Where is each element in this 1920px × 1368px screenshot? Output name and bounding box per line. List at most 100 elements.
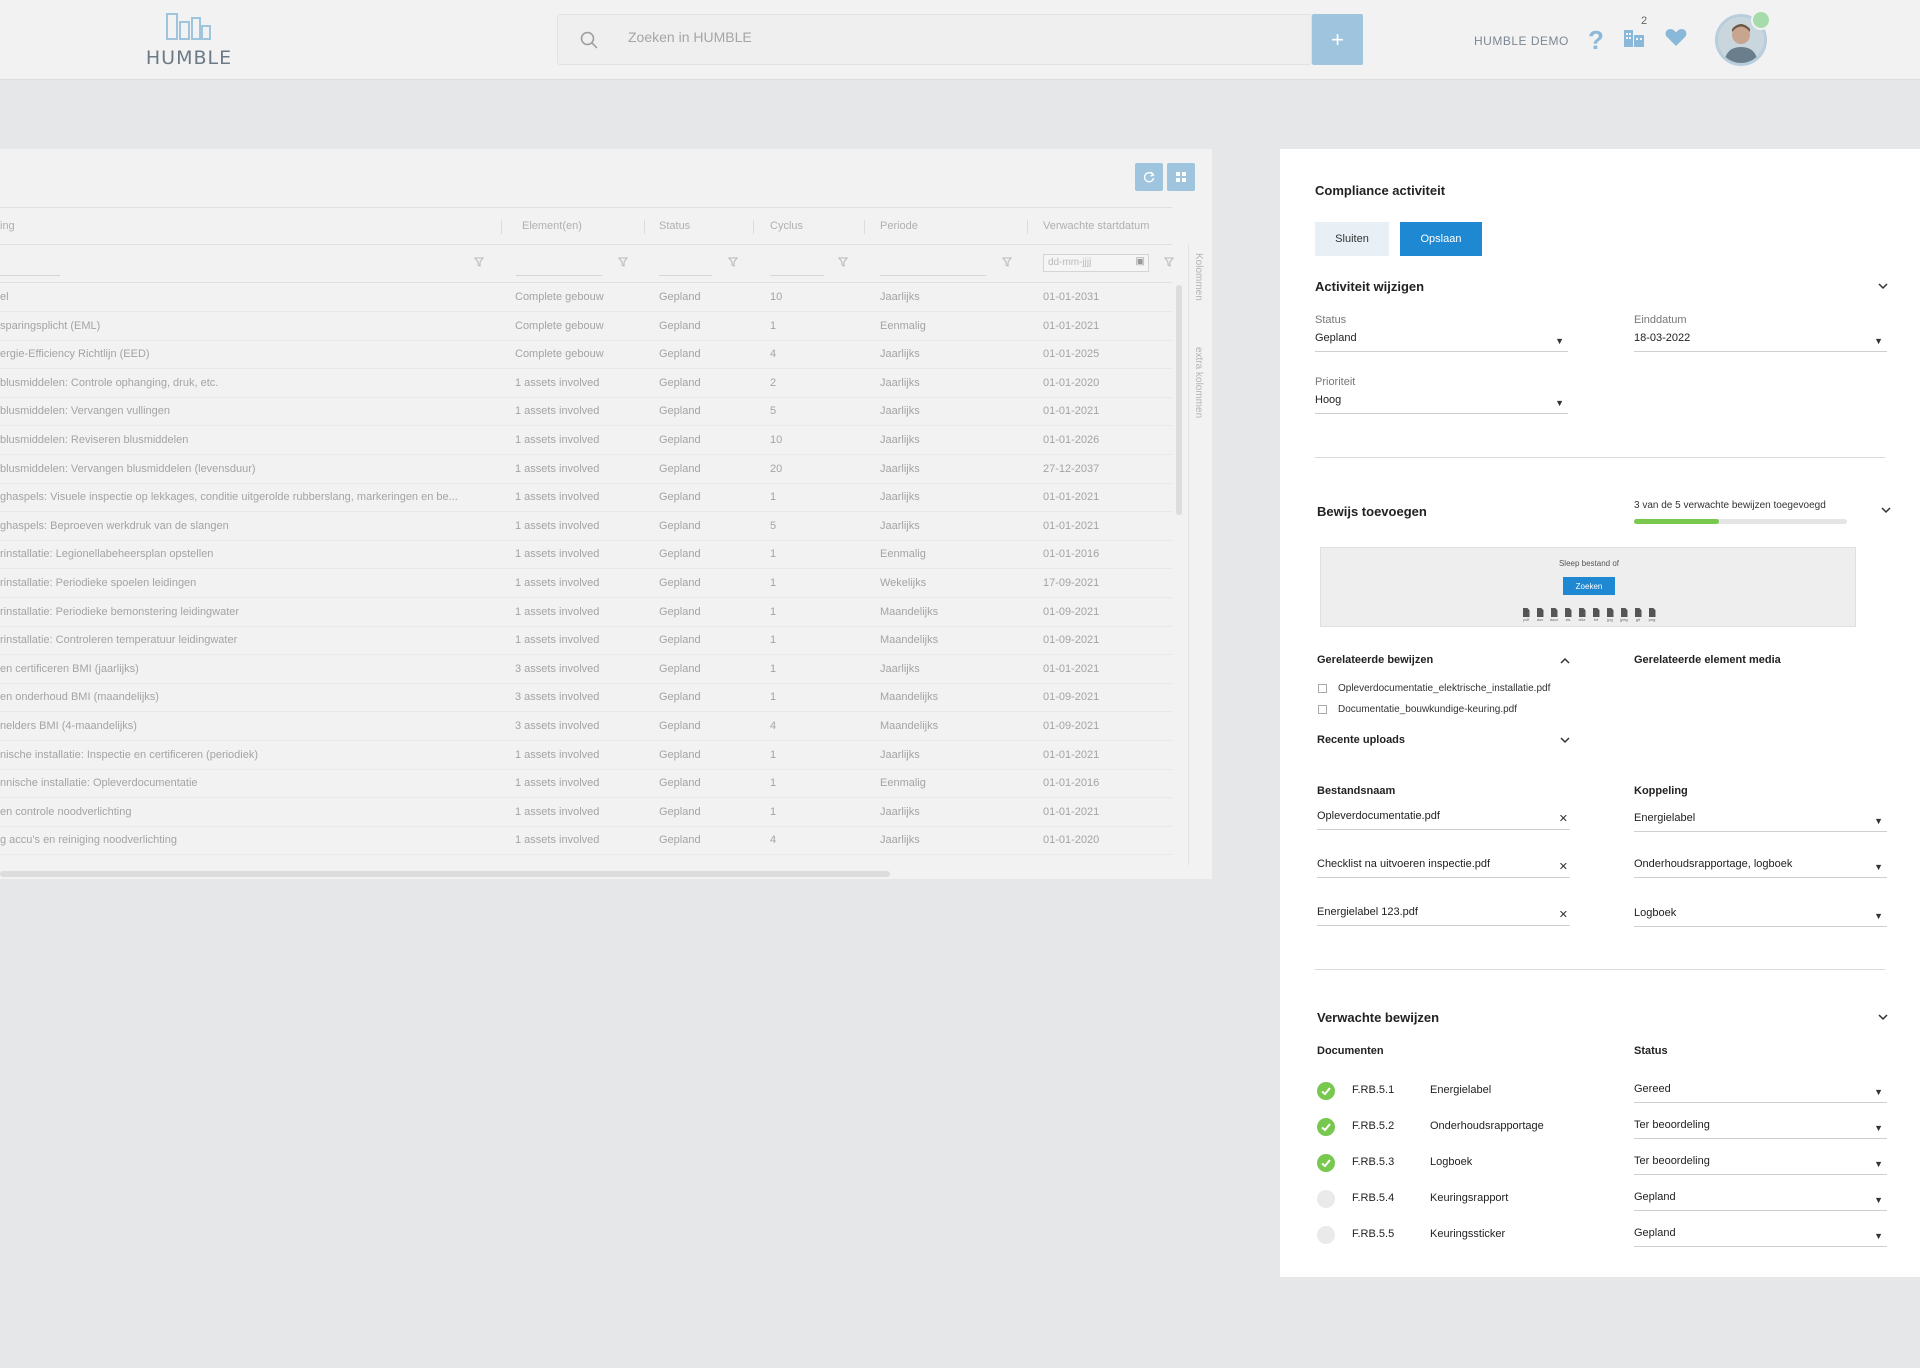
column-separator[interactable] xyxy=(501,220,502,234)
status-filter-input[interactable] xyxy=(659,275,712,276)
file-dropzone[interactable]: Sleep bestand of Zoeken pdf doc docx xls xls… xyxy=(1320,547,1856,627)
filter-icon[interactable] xyxy=(618,257,628,267)
table-row[interactable]: ergie-Efficiency Richtlijn (EED) Complete… xyxy=(0,340,1172,370)
calendar-icon[interactable]: ▣ xyxy=(1136,256,1145,267)
column-header-start-date[interactable]: Verwachte startdatum xyxy=(1043,220,1149,232)
vertical-scrollbar[interactable] xyxy=(1176,285,1182,515)
document-status-select[interactable]: Ter beoordeling ▼ xyxy=(1634,1155,1887,1175)
humble-logo[interactable]: HUMBLE xyxy=(144,12,234,70)
remove-icon[interactable]: ✕ xyxy=(1559,812,1568,825)
cell-start-date: 01-01-2031 xyxy=(1043,291,1100,303)
table-row[interactable]: blusmiddelen: Controle ophanging, druk, … xyxy=(0,369,1172,398)
table-row[interactable]: nische installatie: Inspectie en certifi… xyxy=(0,741,1172,770)
related-file-checkbox[interactable] xyxy=(1318,705,1327,714)
document-status-select[interactable]: Ter beoordeling ▼ xyxy=(1634,1119,1887,1139)
link-label: Koppeling xyxy=(1634,785,1688,797)
column-header-cycle[interactable]: Cyclus xyxy=(770,220,803,232)
chevron-down-icon[interactable] xyxy=(1559,736,1571,744)
table-row[interactable]: rinstallatie: Periodieke spoelen leiding… xyxy=(0,569,1172,598)
name-filter-input[interactable] xyxy=(0,275,60,276)
cell-cycle: 2 xyxy=(770,376,777,389)
upload-link-select[interactable]: Onderhoudsrapportage, logboek ▼ xyxy=(1634,858,1887,878)
table-row[interactable]: en controle noodverlichting 1 assets invo… xyxy=(0,798,1172,827)
upload-link-select[interactable]: Logboek ▼ xyxy=(1634,907,1887,927)
document-status-select[interactable]: Gereed ▼ xyxy=(1634,1083,1887,1103)
table-row[interactable]: rinstallatie: Controleren temperatuur le… xyxy=(0,626,1172,656)
document-name: Energielabel xyxy=(1430,1084,1492,1096)
table-row[interactable]: ghaspels: Beproeven werkdruk van de slan… xyxy=(0,512,1172,541)
upload-filename-field[interactable]: Opleverdocumentatie.pdf ✕ xyxy=(1317,810,1570,830)
upload-filename-field[interactable]: Checklist na uitvoeren inspectie.pdf ✕ xyxy=(1317,858,1570,878)
start-date-filter-input[interactable]: dd-mm-jjjj ▣ xyxy=(1043,254,1149,272)
chevron-down-icon[interactable] xyxy=(1877,282,1889,290)
filter-icon[interactable] xyxy=(1164,257,1174,267)
table-row[interactable]: blusmiddelen: Vervangen vullingen 1 asset… xyxy=(0,397,1172,427)
column-separator[interactable] xyxy=(864,220,865,234)
table-row[interactable]: nnische installatie: Opleverdocumentatie… xyxy=(0,769,1172,799)
table-row[interactable]: nelders BMI (4-maandelijks) 3 assets invo… xyxy=(0,712,1172,741)
columns-tab[interactable]: Kolommen xyxy=(1193,253,1204,301)
help-icon[interactable]: ? xyxy=(1588,25,1604,56)
column-header-name[interactable]: ing xyxy=(0,220,15,232)
close-button[interactable]: Sluiten xyxy=(1315,222,1389,256)
column-header-status[interactable]: Status xyxy=(659,220,690,232)
table-row[interactable]: en certificeren BMI (jaarlijks) 3 assets … xyxy=(0,655,1172,684)
priority-select[interactable]: Hoog ▼ xyxy=(1315,394,1568,414)
end-date-select[interactable]: 18-03-2022 ▼ xyxy=(1634,332,1887,352)
cell-cycle: 10 xyxy=(770,291,783,303)
grid-view-button[interactable] xyxy=(1167,163,1195,191)
table-row[interactable]: en onderhoud BMI (maandelijks) 3 assets i… xyxy=(0,683,1172,713)
cell-cycle: 4 xyxy=(770,834,777,847)
building-icon[interactable] xyxy=(1622,26,1646,48)
refresh-button[interactable] xyxy=(1135,163,1163,191)
column-header-period[interactable]: Periode xyxy=(880,220,918,232)
cell-status: Gepland xyxy=(659,405,701,418)
add-button[interactable]: + xyxy=(1312,14,1363,65)
table-row[interactable]: g accu's en reiniging noodverlichting 1 a… xyxy=(0,826,1172,856)
status-select[interactable]: Gepland ▼ xyxy=(1315,332,1568,352)
remove-icon[interactable]: ✕ xyxy=(1559,908,1568,921)
notification-bell-icon[interactable] xyxy=(1751,10,1771,30)
browse-button[interactable]: Zoeken xyxy=(1563,577,1615,595)
search-bar[interactable] xyxy=(557,14,1312,65)
table-row[interactable]: sparingsplicht (EML) Complete gebouw Gepla… xyxy=(0,312,1172,341)
upload-filename-field[interactable]: Energielabel 123.pdf ✕ xyxy=(1317,906,1570,926)
file-type-icon: gif xyxy=(1633,608,1643,622)
table-row[interactable]: blusmiddelen: Reviseren blusmiddelen 1 as… xyxy=(0,426,1172,455)
table-row[interactable]: blusmiddelen: Vervangen blusmiddelen (le… xyxy=(0,455,1172,484)
related-evidence-title: Gerelateerde bewijzen xyxy=(1317,654,1434,666)
table-row[interactable]: ghaspels: Visuele inspectie op lekkages,… xyxy=(0,483,1172,513)
filter-icon[interactable] xyxy=(728,257,738,267)
column-separator[interactable] xyxy=(1027,220,1028,234)
elements-filter-input[interactable] xyxy=(516,275,602,276)
remove-icon[interactable]: ✕ xyxy=(1559,860,1568,873)
cycle-filter-input[interactable] xyxy=(770,275,824,276)
chevron-down-icon[interactable] xyxy=(1877,1013,1889,1021)
cell-name: rinstallatie: Legionellabeheersplan opst… xyxy=(0,548,214,561)
cell-start-date: 01-01-2016 xyxy=(1043,548,1100,561)
period-filter-input[interactable] xyxy=(880,275,986,276)
save-button[interactable]: Opslaan xyxy=(1400,222,1482,256)
document-status-select[interactable]: Gepland ▼ xyxy=(1634,1191,1887,1211)
heart-icon[interactable] xyxy=(1665,28,1687,47)
horizontal-scrollbar[interactable] xyxy=(0,871,890,877)
user-name[interactable]: HUMBLE DEMO xyxy=(1474,34,1569,48)
upload-link-select[interactable]: Energielabel ▼ xyxy=(1634,812,1887,832)
filter-icon[interactable] xyxy=(1002,257,1012,267)
filter-icon[interactable] xyxy=(474,257,484,267)
chevron-up-icon[interactable] xyxy=(1559,657,1571,665)
cell-period: Wekelijks xyxy=(880,577,927,589)
related-file-checkbox[interactable] xyxy=(1318,684,1327,693)
column-separator[interactable] xyxy=(753,220,754,234)
table-row[interactable]: el Complete gebouw Gepland 10 Jaarlijks 01-01… xyxy=(0,283,1172,312)
extra-columns-tab[interactable]: extra kolommen xyxy=(1193,347,1204,418)
column-header-elements[interactable]: Element(en) xyxy=(522,220,582,232)
chevron-down-icon[interactable] xyxy=(1880,506,1892,514)
table-row[interactable]: rinstallatie: Periodieke bemonstering le… xyxy=(0,598,1172,627)
column-separator[interactable] xyxy=(644,220,645,234)
status-label: Status xyxy=(1315,314,1347,326)
document-status-select[interactable]: Gepland ▼ xyxy=(1634,1227,1887,1247)
filter-icon[interactable] xyxy=(838,257,848,267)
search-input[interactable] xyxy=(628,29,1228,45)
table-row[interactable]: rinstallatie: Legionellabeheersplan opst… xyxy=(0,540,1172,570)
